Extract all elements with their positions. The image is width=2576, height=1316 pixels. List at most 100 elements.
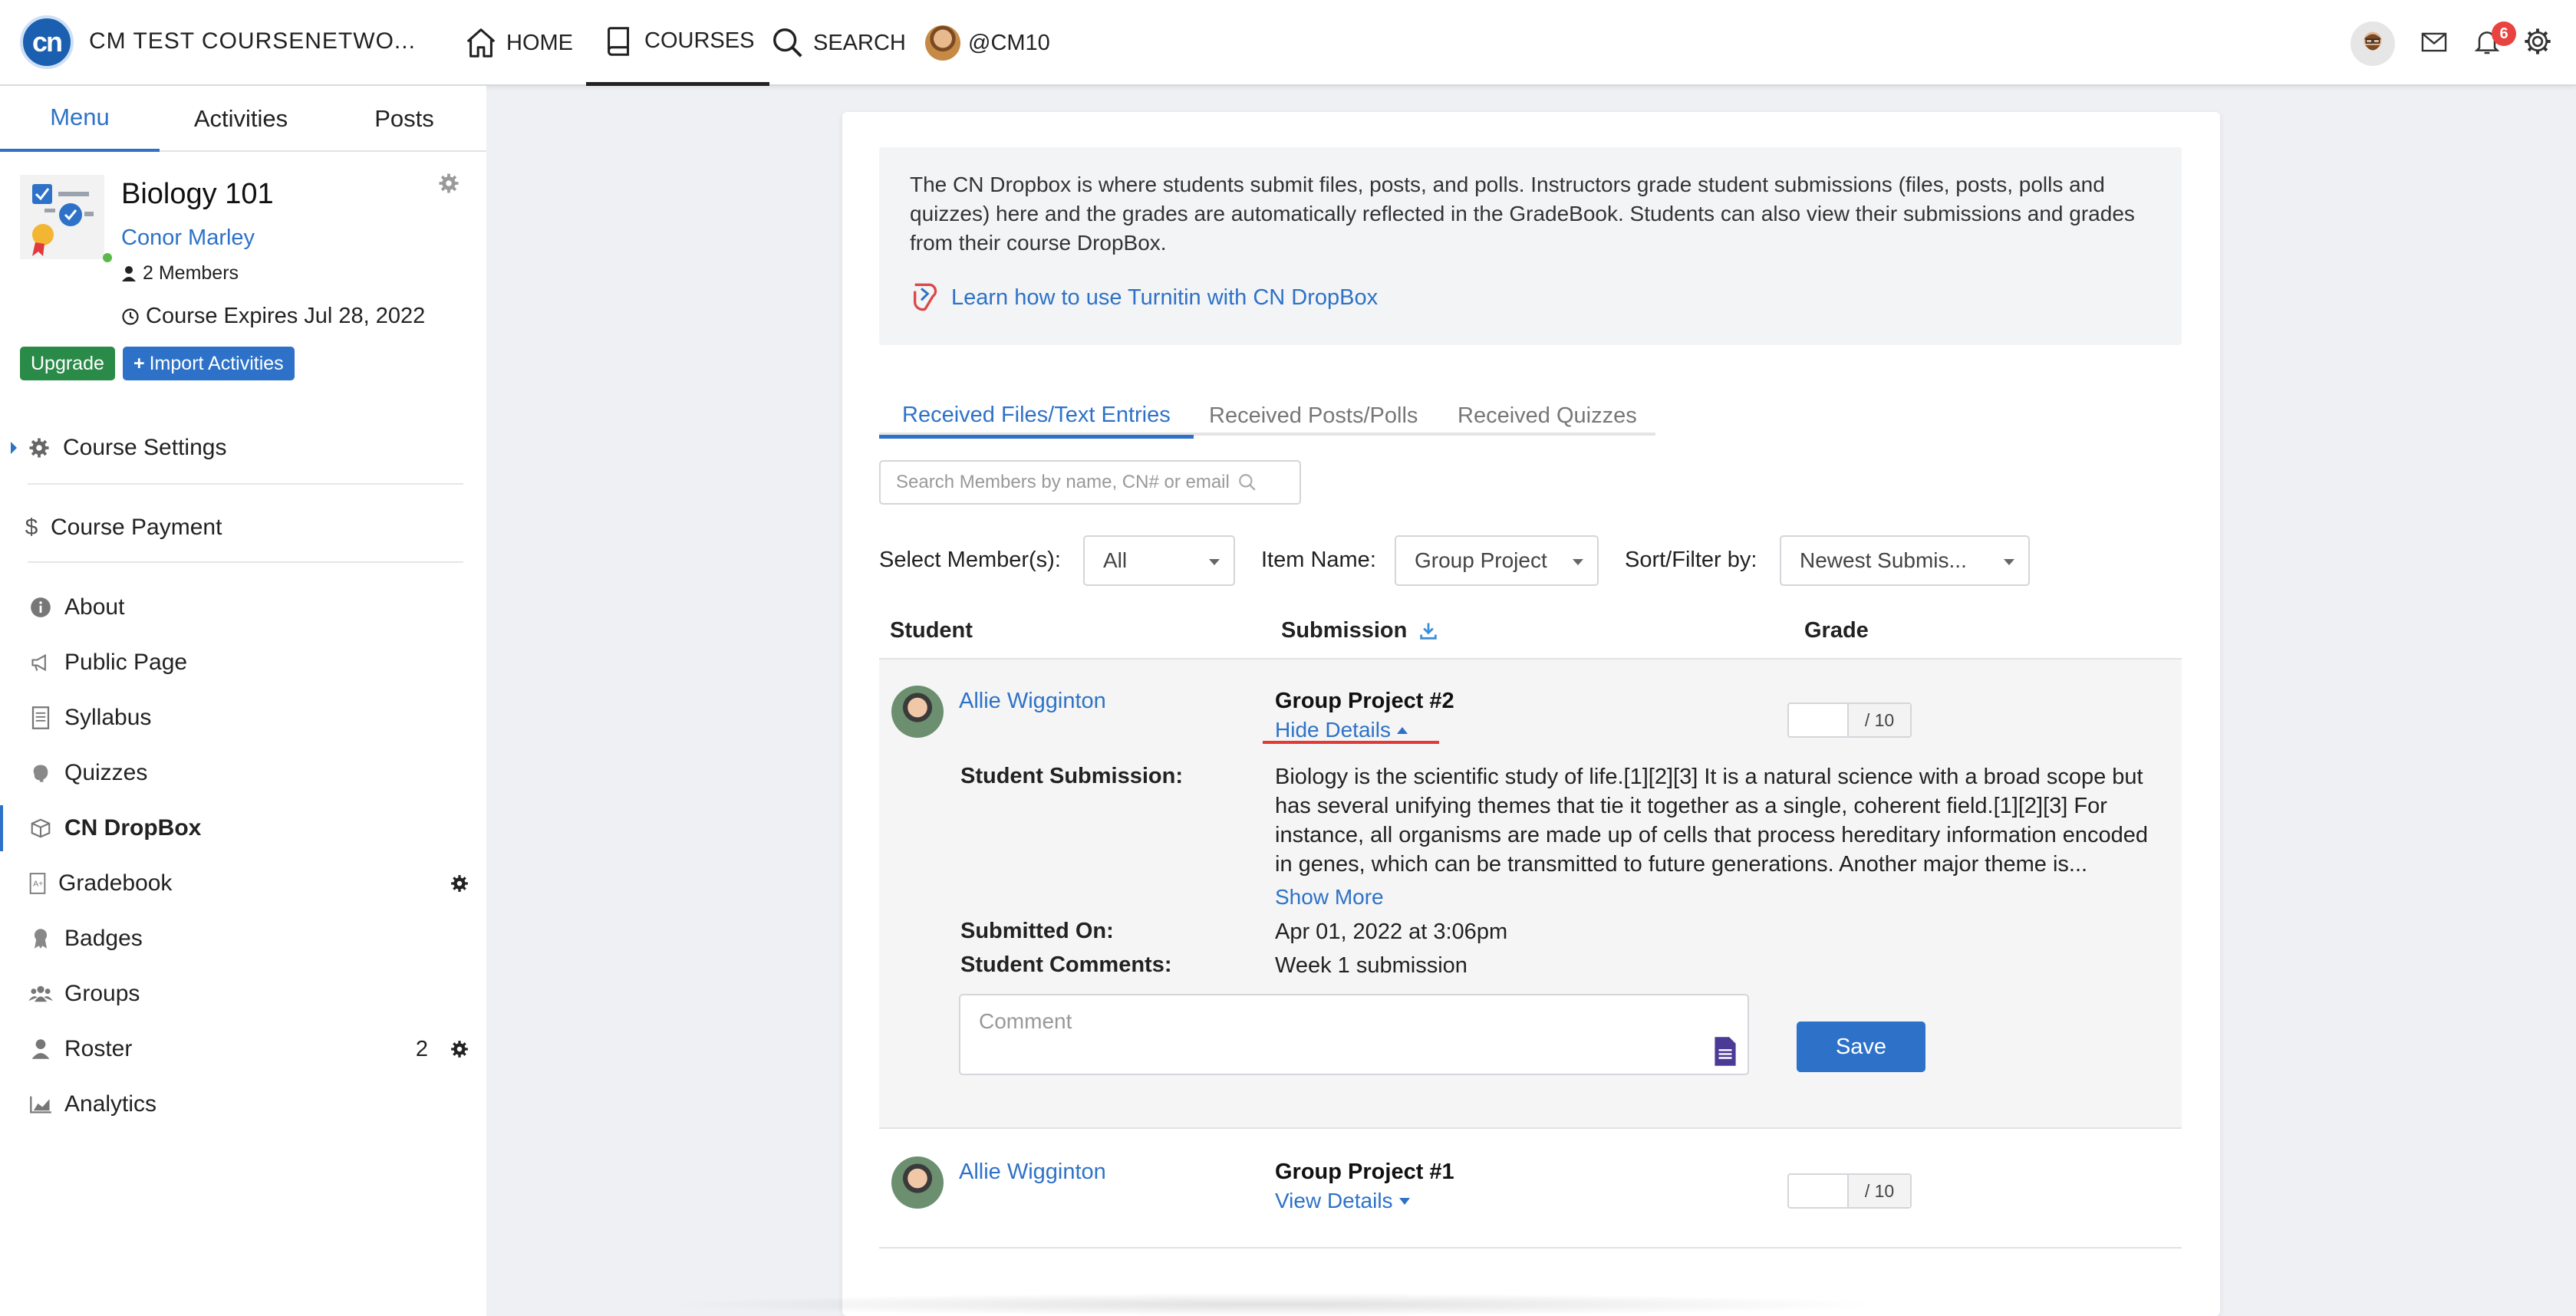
turnitin-help-link[interactable]: Learn how to use Turnitin with CN DropBo… [910, 281, 1378, 314]
sidebar-item-gradebook[interactable]: A+ Gradebook [0, 860, 486, 906]
sidebar-item-label: Course Payment [51, 515, 222, 540]
plus-icon: + [133, 352, 145, 374]
sidebar-item-analytics[interactable]: Analytics [0, 1081, 486, 1127]
column-grade: Grade [1804, 618, 1869, 643]
search-placeholder: Search Members by name, CN# or email [896, 472, 1230, 492]
sidebar-item-label: About [64, 594, 125, 620]
sidebar-item-syllabus[interactable]: Syllabus [0, 695, 486, 741]
student-avatar[interactable] [891, 686, 944, 738]
document-icon [28, 705, 54, 731]
member-select[interactable]: All [1083, 535, 1235, 586]
submission-tabs: Received Files/Text Entries Received Pos… [879, 396, 1655, 439]
messages-button[interactable] [2420, 28, 2449, 57]
sidebar-divider [28, 561, 463, 563]
file-attach-icon[interactable] [1712, 1035, 1738, 1068]
gear-icon [439, 173, 459, 193]
submission-title: Group Project #2 [1275, 689, 1454, 713]
nav-profile[interactable]: @CM10 [925, 0, 1050, 86]
gear-icon[interactable] [450, 1039, 469, 1059]
comment-textarea[interactable]: Comment [959, 994, 1749, 1075]
user-avatar [2350, 21, 2395, 66]
student-submission-text: Biology is the scientific study of life.… [1275, 765, 2149, 877]
download-icon[interactable] [1418, 620, 1439, 642]
column-submission-label: Submission [1281, 618, 1408, 643]
show-more-link[interactable]: Show More [1275, 885, 1384, 910]
chevron-down-icon [1209, 559, 1220, 565]
tab-menu[interactable]: Menu [0, 86, 160, 152]
user-icon [28, 1036, 54, 1062]
sidebar-item-course-payment[interactable]: $ Course Payment [0, 505, 486, 551]
course-owner-link[interactable]: Conor Marley [121, 225, 255, 251]
member-search-input[interactable]: Search Members by name, CN# or email [879, 460, 1301, 505]
sidebar-item-roster[interactable]: Roster 2 [0, 1026, 486, 1072]
sidebar-item-cn-dropbox[interactable]: CN DropBox [0, 805, 486, 851]
megaphone-icon [28, 650, 54, 676]
sidebar-item-label: Badges [64, 926, 143, 951]
home-icon [466, 28, 496, 58]
view-details-label: View Details [1275, 1189, 1393, 1212]
course-members-label: 2 Members [143, 262, 239, 284]
nav-courses-label: COURSES [644, 28, 755, 53]
grade-input[interactable] [1789, 704, 1849, 736]
sort-filter-select[interactable]: Newest Submis... [1780, 535, 2030, 586]
tab-received-quizzes[interactable]: Received Quizzes [1458, 396, 1637, 436]
nav-courses[interactable]: COURSES [586, 0, 770, 86]
mail-icon [2421, 32, 2447, 52]
student-name-link[interactable]: Allie Wigginton [959, 1160, 1106, 1185]
member-filter-label: Select Member(s): [879, 548, 1061, 572]
app-logo[interactable]: cn [20, 15, 74, 69]
sidebar-item-public-page[interactable]: Public Page [0, 640, 486, 686]
tab-received-files[interactable]: Received Files/Text Entries [879, 396, 1194, 439]
tab-activities[interactable]: Activities [160, 86, 322, 152]
student-avatar[interactable] [891, 1156, 944, 1209]
nav-home-label: HOME [506, 30, 573, 55]
sidebar-item-label: Gradebook [58, 870, 173, 896]
nav-home[interactable]: HOME [463, 0, 573, 86]
notifications-button[interactable]: 6 [2472, 21, 2516, 57]
submitted-on-value: Apr 01, 2022 at 3:06pm [1275, 920, 1508, 944]
student-submission-label: Student Submission: [960, 764, 1183, 788]
search-icon [1238, 474, 1256, 491]
nav-search[interactable]: SEARCH [770, 0, 906, 86]
sidebar-item-groups[interactable]: Groups [0, 971, 486, 1017]
grade-input-group: / 10 [1787, 702, 1912, 738]
sidebar-item-badges[interactable]: Badges [0, 916, 486, 962]
sidebar-item-course-settings[interactable]: Course Settings [0, 425, 486, 471]
course-members[interactable]: 2 Members [121, 262, 239, 285]
gear-icon [2525, 28, 2551, 54]
view-details-toggle[interactable]: View Details [1275, 1189, 1410, 1213]
submission-title: Group Project #1 [1275, 1160, 1454, 1184]
dropbox-card: The CN Dropbox is where students submit … [842, 112, 2220, 1316]
user-menu[interactable] [2350, 21, 2395, 66]
course-image[interactable] [20, 175, 104, 259]
brain-icon [28, 760, 54, 786]
show-more-label: Show More [1275, 885, 1384, 909]
tab-received-posts[interactable]: Received Posts/Polls [1209, 396, 1418, 436]
upgrade-button[interactable]: Upgrade [20, 347, 115, 380]
sidebar-item-label: Public Page [64, 650, 188, 675]
badge-icon [28, 926, 54, 952]
course-settings-gear[interactable] [437, 172, 460, 199]
grade-max: / 10 [1849, 704, 1910, 736]
brand-name[interactable]: CM TEST COURSENETWO... [89, 28, 416, 54]
sidebar-divider [28, 483, 463, 485]
chart-icon [28, 1091, 54, 1117]
sidebar-item-quizzes[interactable]: Quizzes [0, 750, 486, 796]
sidebar-item-about[interactable]: About [0, 584, 486, 630]
student-name-link[interactable]: Allie Wigginton [959, 689, 1106, 714]
import-activities-button[interactable]: + Import Activities [123, 347, 295, 380]
item-name-value: Group Project [1415, 548, 1547, 572]
sidebar-item-label: CN DropBox [64, 815, 202, 841]
tab-posts[interactable]: Posts [322, 86, 486, 152]
turnitin-icon [914, 283, 937, 311]
save-button[interactable]: Save [1797, 1022, 1925, 1072]
chevron-down-icon [1573, 559, 1583, 565]
gradebook-settings[interactable] [450, 873, 469, 893]
users-icon [28, 981, 54, 1007]
grade-input[interactable] [1789, 1175, 1849, 1207]
turnitin-help-label: Learn how to use Turnitin with CN DropBo… [951, 285, 1379, 310]
course-expiry: Course Expires Jul 28, 2022 [121, 304, 425, 329]
hide-details-toggle[interactable]: Hide Details [1275, 718, 1408, 742]
item-name-select[interactable]: Group Project [1395, 535, 1599, 586]
settings-button[interactable] [2522, 26, 2553, 57]
